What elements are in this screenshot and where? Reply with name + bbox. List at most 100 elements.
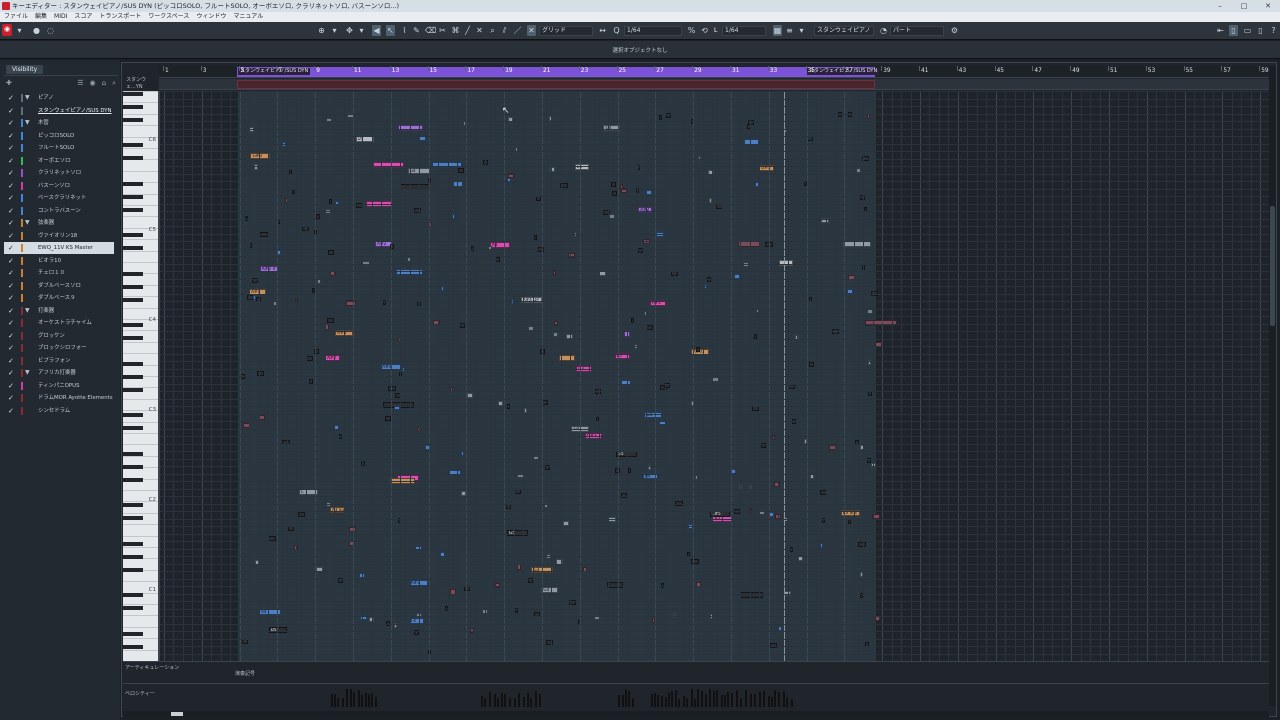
track-item[interactable]: ✓ ティンパニOPUS	[4, 380, 114, 392]
velocity-bar[interactable]	[632, 697, 634, 707]
velocity-bar[interactable]	[774, 690, 776, 707]
checkmark-icon[interactable]: ✓	[8, 405, 14, 417]
velocity-bar[interactable]	[668, 692, 670, 707]
midi-note[interactable]	[533, 235, 538, 241]
velocity-bar[interactable]	[518, 692, 520, 707]
mute-icon[interactable]: ✕	[475, 25, 484, 36]
midi-note[interactable]	[457, 167, 464, 173]
instrument-select[interactable]: スタンウェイピアノ	[814, 26, 874, 36]
midi-note[interactable]	[563, 520, 569, 526]
black-key[interactable]	[123, 413, 143, 417]
velocity-bar[interactable]	[523, 697, 525, 707]
checkmark-icon[interactable]: ✓	[8, 330, 14, 342]
velocity-bar[interactable]	[759, 692, 761, 707]
midi-note[interactable]	[611, 181, 616, 187]
black-key[interactable]	[123, 503, 143, 507]
velocity-bar[interactable]	[654, 692, 656, 707]
solo-icon[interactable]: ●	[32, 25, 41, 36]
velocity-bar[interactable]	[701, 691, 703, 707]
track-item[interactable]: ✓ フルートSOLO	[4, 142, 114, 154]
checkmark-icon[interactable]: ✓	[8, 255, 14, 267]
track-item[interactable]: ✓ ブロックシロフォー	[4, 342, 114, 354]
black-key[interactable]	[123, 92, 143, 96]
midi-note[interactable]	[552, 332, 558, 338]
black-key[interactable]	[123, 478, 143, 482]
checkmark-icon[interactable]: ✓	[8, 180, 14, 192]
track-item[interactable]: ✓ オーケストラチャイム	[4, 317, 114, 329]
split-icon[interactable]: ⌇	[400, 25, 409, 36]
home-icon[interactable]: ⌂	[102, 79, 106, 88]
velocity-bar[interactable]	[622, 695, 624, 707]
velocity-bar[interactable]	[514, 697, 516, 707]
note-grid[interactable]: G4A4F4E5G3A3A#2A#3A3 SusG3E3 SusA#1G4G4G…	[159, 91, 1269, 661]
track-item[interactable]: ✓ グロッケン	[4, 330, 114, 342]
midi-note[interactable]	[628, 467, 632, 473]
midi-note[interactable]	[848, 519, 852, 525]
velocity-bar[interactable]	[375, 697, 377, 707]
velocity-bar[interactable]	[501, 693, 503, 707]
menu-item[interactable]: スコア	[74, 12, 92, 22]
acoustic-feedback-icon[interactable]: ◀	[372, 25, 381, 36]
grid-view-icon[interactable]: ▦	[773, 25, 782, 36]
black-key[interactable]	[123, 195, 143, 199]
velocity-bar[interactable]	[731, 692, 733, 707]
velocity-bar[interactable]	[353, 692, 355, 707]
maximize-icon[interactable]: □	[1232, 0, 1256, 12]
velocity-bar[interactable]	[527, 692, 529, 707]
velocity-bar[interactable]	[625, 689, 627, 707]
track-item[interactable]: ✓ ベースクラリネット	[4, 192, 114, 204]
time-warp-icon[interactable]: ⫽	[500, 25, 509, 36]
midi-note[interactable]	[514, 489, 522, 495]
black-key[interactable]	[123, 298, 143, 302]
track-item[interactable]: ✓ EWQ_11V KS Master	[4, 242, 114, 254]
velocity-bar[interactable]	[494, 693, 496, 707]
black-key[interactable]	[123, 542, 143, 546]
record-icon[interactable]: ◉	[2, 24, 12, 36]
velocity-bar[interactable]	[750, 693, 752, 707]
midi-note[interactable]	[694, 474, 698, 480]
velocity-bar[interactable]	[713, 690, 715, 707]
folder-toggle-icon[interactable]: ▼	[25, 305, 30, 317]
velocity-bar[interactable]	[675, 689, 677, 707]
menu-item[interactable]: ウィンドウ	[196, 12, 226, 22]
track-item[interactable]: ✓ クラリネットソロ	[4, 167, 114, 179]
velocity-bar[interactable]	[331, 693, 333, 707]
track-item[interactable]: ✓ オーボエソロ	[4, 155, 114, 167]
horizontal-scroll-thumb[interactable]	[171, 712, 183, 716]
ruler[interactable]: スタンウェイピアノ/SUS DYN スタンウェイピアノ/SUS DYN 1357…	[159, 66, 1269, 78]
midi-part[interactable]	[237, 80, 875, 89]
black-key[interactable]	[123, 452, 143, 456]
velocity-bar[interactable]	[368, 693, 370, 707]
velocity-bar[interactable]	[350, 689, 352, 707]
velocity-bar[interactable]	[736, 690, 738, 707]
black-key[interactable]	[123, 233, 143, 237]
velocity-bar[interactable]	[535, 690, 537, 707]
tab-visibility[interactable]: Visibility	[6, 65, 44, 74]
black-key[interactable]	[123, 606, 143, 610]
midi-note[interactable]	[810, 473, 815, 479]
velocity-bar[interactable]	[539, 694, 541, 707]
velocity-bar[interactable]	[705, 694, 707, 707]
velocity-bar[interactable]	[497, 697, 499, 707]
midi-note[interactable]	[658, 115, 662, 121]
draw-icon[interactable]: ✎	[412, 25, 421, 36]
midi-note[interactable]	[696, 346, 700, 352]
velocity-bar[interactable]	[771, 697, 773, 707]
velocity-bar[interactable]	[768, 696, 770, 707]
midi-note[interactable]	[252, 294, 256, 300]
search-icon[interactable]: ⌕	[112, 79, 116, 88]
part-icon[interactable]: ◔	[879, 25, 888, 36]
midi-note[interactable]	[467, 393, 473, 399]
black-key[interactable]	[123, 632, 143, 636]
checkmark-icon[interactable]: ✓	[8, 155, 14, 167]
velocity-bar[interactable]	[358, 690, 360, 707]
eye-icon[interactable]: ◉	[90, 79, 96, 88]
velocity-bar[interactable]	[671, 691, 673, 707]
track-item[interactable]: ✓ ダブルベース９	[4, 292, 114, 304]
window-layout-icon[interactable]: ▯	[1229, 25, 1238, 36]
black-key[interactable]	[123, 375, 143, 379]
velocity-bar[interactable]	[334, 694, 336, 707]
black-key[interactable]	[123, 593, 143, 597]
object-select-icon[interactable]: ↖	[386, 25, 395, 36]
checkmark-icon[interactable]: ✓	[8, 380, 14, 392]
